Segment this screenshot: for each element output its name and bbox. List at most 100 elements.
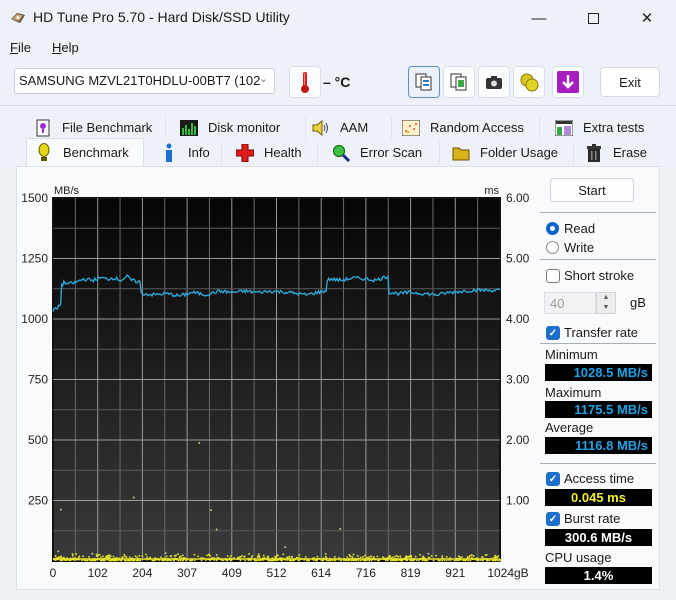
cpu-usage-label: CPU usage <box>545 550 612 565</box>
access-time-point <box>112 555 115 558</box>
access-time-point <box>267 555 270 558</box>
access-time-point <box>277 554 279 557</box>
cpu-usage-value: 1.4% <box>545 567 652 584</box>
y2-tick-label: 5.00 <box>506 252 530 266</box>
short-stroke-label: Short stroke <box>564 268 635 283</box>
access-time-point <box>316 555 319 558</box>
access-time-point <box>291 556 293 558</box>
access-time-point <box>414 555 417 558</box>
access-time-point <box>177 553 179 555</box>
write-label: Write <box>564 240 595 255</box>
access-time-point <box>54 555 57 557</box>
y-tick-label: 750 <box>28 373 48 387</box>
access-time-point <box>356 554 359 557</box>
access-time-point <box>469 559 472 562</box>
access-time-point <box>494 554 497 557</box>
burst-rate-checkbox[interactable]: ✓ <box>546 512 560 526</box>
access-time-point <box>59 556 61 559</box>
y-tick-label: 1000 <box>21 312 48 326</box>
access-time-point <box>133 559 135 562</box>
access-time-point <box>468 555 471 557</box>
access-time-point <box>102 555 104 558</box>
access-time-point <box>394 555 396 558</box>
start-button[interactable]: Start <box>550 178 634 202</box>
access-time-point <box>298 554 301 556</box>
access-time-point <box>446 556 448 558</box>
access-time-point <box>430 555 433 557</box>
burst-rate-value: 300.6 MB/s <box>545 529 652 546</box>
access-time-point <box>193 553 196 556</box>
access-time-point <box>472 555 475 557</box>
write-radio[interactable] <box>546 241 559 254</box>
access-time-point <box>432 559 435 562</box>
short-stroke-unit: gB <box>630 295 646 310</box>
access-time-point <box>209 555 212 557</box>
access-time-point <box>129 556 131 559</box>
access-time-label: Access time <box>564 471 635 486</box>
short-stroke-spinner[interactable]: ▲ ▼ <box>596 292 616 314</box>
tab-benchmark[interactable]: Benchmark <box>26 138 144 166</box>
access-time-point <box>134 555 137 558</box>
access-time-point <box>72 554 74 557</box>
access-time-point <box>108 556 111 559</box>
access-time-point <box>95 553 98 556</box>
access-time-point <box>206 554 208 557</box>
access-time-point <box>419 554 421 556</box>
spin-down-icon: ▼ <box>602 304 610 311</box>
transfer-rate-label: Transfer rate <box>564 325 638 340</box>
access-time-point <box>141 555 144 557</box>
access-time-point <box>484 554 487 556</box>
access-time-outlier <box>57 550 60 553</box>
access-time-point <box>395 554 398 557</box>
access-time-point <box>324 553 327 555</box>
short-stroke-checkbox[interactable] <box>546 269 560 283</box>
check-icon: ✓ <box>548 327 558 339</box>
access-time-outlier <box>198 442 201 445</box>
access-time-point <box>397 555 399 558</box>
x-tick-label: 921 <box>445 566 465 580</box>
access-time-point <box>182 554 184 557</box>
x-tick-label: 204 <box>132 566 152 580</box>
access-time-outlier <box>132 496 135 499</box>
access-time-point <box>173 555 176 557</box>
access-time-point <box>178 556 181 559</box>
y-tick-label: 500 <box>28 433 48 447</box>
divider <box>540 463 656 464</box>
maximum-label: Maximum <box>545 385 602 400</box>
access-time-point <box>95 555 98 557</box>
access-time-point <box>248 552 250 555</box>
read-radio[interactable] <box>546 222 559 235</box>
access-time-point <box>399 555 402 558</box>
access-time-point <box>351 556 353 558</box>
access-time-point <box>175 554 177 557</box>
y2-tick-label: 3.00 <box>506 373 530 387</box>
access-time-point <box>200 559 203 562</box>
access-time-point <box>304 556 307 558</box>
access-time-point <box>177 559 180 562</box>
y-tick-label: 1500 <box>21 191 48 205</box>
x-tick-label: 102 <box>88 566 108 580</box>
access-time-outlier <box>284 546 287 549</box>
access-time-point <box>495 556 497 558</box>
access-time-outlier <box>427 552 430 555</box>
access-time-point <box>197 555 199 558</box>
check-icon: ✓ <box>548 473 558 485</box>
y2-tick-label: 1.00 <box>506 494 530 508</box>
access-time-point <box>160 556 162 559</box>
access-time-point <box>88 556 90 558</box>
access-time-point <box>333 556 336 558</box>
access-time-point <box>165 555 168 558</box>
transfer-rate-checkbox[interactable]: ✓ <box>546 326 560 340</box>
access-time-point <box>470 554 472 557</box>
read-label: Read <box>564 221 596 236</box>
access-time-checkbox[interactable]: ✓ <box>546 472 560 486</box>
average-value: 1116.8 MB/s <box>545 437 652 454</box>
y2-tick-label: 6.00 <box>506 191 530 205</box>
access-time-point <box>382 556 384 558</box>
short-stroke-input[interactable]: 40 <box>544 292 596 314</box>
access-time-point <box>410 555 412 557</box>
access-time-point <box>376 555 379 558</box>
access-time-point <box>146 556 148 558</box>
access-time-point <box>324 555 327 558</box>
access-time-outlier <box>91 552 94 555</box>
